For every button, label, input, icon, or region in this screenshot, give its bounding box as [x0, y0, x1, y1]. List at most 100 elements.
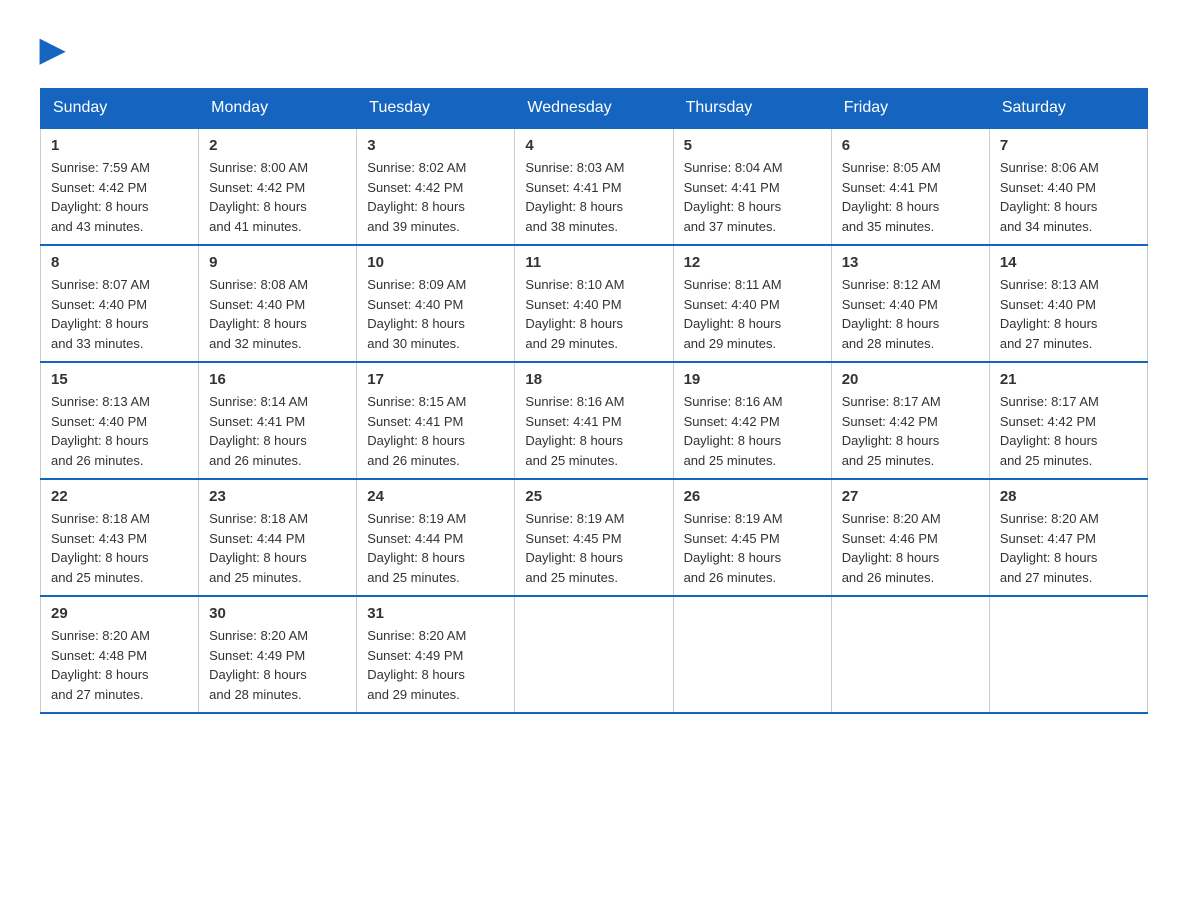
- day-info: Sunrise: 8:06 AM Sunset: 4:40 PM Dayligh…: [1000, 158, 1137, 236]
- day-info: Sunrise: 8:20 AM Sunset: 4:47 PM Dayligh…: [1000, 509, 1137, 587]
- page-header: ▶: [40, 30, 1148, 68]
- day-info: Sunrise: 8:13 AM Sunset: 4:40 PM Dayligh…: [1000, 275, 1137, 353]
- calendar-cell: 11 Sunrise: 8:10 AM Sunset: 4:40 PM Dayl…: [515, 245, 673, 362]
- calendar-cell: 12 Sunrise: 8:11 AM Sunset: 4:40 PM Dayl…: [673, 245, 831, 362]
- calendar-cell: 18 Sunrise: 8:16 AM Sunset: 4:41 PM Dayl…: [515, 362, 673, 479]
- calendar-cell: 25 Sunrise: 8:19 AM Sunset: 4:45 PM Dayl…: [515, 479, 673, 596]
- day-number: 9: [209, 254, 346, 271]
- calendar-cell: 3 Sunrise: 8:02 AM Sunset: 4:42 PM Dayli…: [357, 128, 515, 245]
- day-number: 19: [684, 371, 821, 388]
- week-row-2: 8 Sunrise: 8:07 AM Sunset: 4:40 PM Dayli…: [41, 245, 1148, 362]
- day-number: 31: [367, 605, 504, 622]
- calendar-cell: 17 Sunrise: 8:15 AM Sunset: 4:41 PM Dayl…: [357, 362, 515, 479]
- day-number: 18: [525, 371, 662, 388]
- calendar-cell: 20 Sunrise: 8:17 AM Sunset: 4:42 PM Dayl…: [831, 362, 989, 479]
- logo-general-text: ▶: [40, 30, 65, 68]
- day-info: Sunrise: 8:10 AM Sunset: 4:40 PM Dayligh…: [525, 275, 662, 353]
- calendar-table: SundayMondayTuesdayWednesdayThursdayFrid…: [40, 88, 1148, 714]
- header-tuesday: Tuesday: [357, 89, 515, 129]
- calendar-cell: 10 Sunrise: 8:09 AM Sunset: 4:40 PM Dayl…: [357, 245, 515, 362]
- calendar-cell: 26 Sunrise: 8:19 AM Sunset: 4:45 PM Dayl…: [673, 479, 831, 596]
- logo-line1: ▶: [40, 31, 65, 67]
- day-info: Sunrise: 8:16 AM Sunset: 4:41 PM Dayligh…: [525, 392, 662, 470]
- day-info: Sunrise: 8:15 AM Sunset: 4:41 PM Dayligh…: [367, 392, 504, 470]
- week-row-1: 1 Sunrise: 7:59 AM Sunset: 4:42 PM Dayli…: [41, 128, 1148, 245]
- day-number: 30: [209, 605, 346, 622]
- day-info: Sunrise: 8:13 AM Sunset: 4:40 PM Dayligh…: [51, 392, 188, 470]
- day-info: Sunrise: 8:09 AM Sunset: 4:40 PM Dayligh…: [367, 275, 504, 353]
- calendar-cell: 8 Sunrise: 8:07 AM Sunset: 4:40 PM Dayli…: [41, 245, 199, 362]
- day-number: 5: [684, 137, 821, 154]
- day-info: Sunrise: 8:19 AM Sunset: 4:44 PM Dayligh…: [367, 509, 504, 587]
- day-info: Sunrise: 8:20 AM Sunset: 4:49 PM Dayligh…: [209, 626, 346, 704]
- calendar-cell: [831, 596, 989, 713]
- calendar-cell: 2 Sunrise: 8:00 AM Sunset: 4:42 PM Dayli…: [199, 128, 357, 245]
- calendar-cell: 22 Sunrise: 8:18 AM Sunset: 4:43 PM Dayl…: [41, 479, 199, 596]
- header-sunday: Sunday: [41, 89, 199, 129]
- calendar-cell: 1 Sunrise: 7:59 AM Sunset: 4:42 PM Dayli…: [41, 128, 199, 245]
- calendar-cell: 14 Sunrise: 8:13 AM Sunset: 4:40 PM Dayl…: [989, 245, 1147, 362]
- day-info: Sunrise: 8:18 AM Sunset: 4:44 PM Dayligh…: [209, 509, 346, 587]
- header-saturday: Saturday: [989, 89, 1147, 129]
- day-number: 27: [842, 488, 979, 505]
- day-info: Sunrise: 8:04 AM Sunset: 4:41 PM Dayligh…: [684, 158, 821, 236]
- day-number: 25: [525, 488, 662, 505]
- day-number: 4: [525, 137, 662, 154]
- day-info: Sunrise: 8:19 AM Sunset: 4:45 PM Dayligh…: [525, 509, 662, 587]
- calendar-cell: 15 Sunrise: 8:13 AM Sunset: 4:40 PM Dayl…: [41, 362, 199, 479]
- calendar-cell: 21 Sunrise: 8:17 AM Sunset: 4:42 PM Dayl…: [989, 362, 1147, 479]
- day-number: 14: [1000, 254, 1137, 271]
- day-info: Sunrise: 8:08 AM Sunset: 4:40 PM Dayligh…: [209, 275, 346, 353]
- day-number: 17: [367, 371, 504, 388]
- calendar-cell: 13 Sunrise: 8:12 AM Sunset: 4:40 PM Dayl…: [831, 245, 989, 362]
- calendar-cell: 16 Sunrise: 8:14 AM Sunset: 4:41 PM Dayl…: [199, 362, 357, 479]
- calendar-cell: 24 Sunrise: 8:19 AM Sunset: 4:44 PM Dayl…: [357, 479, 515, 596]
- calendar-cell: 28 Sunrise: 8:20 AM Sunset: 4:47 PM Dayl…: [989, 479, 1147, 596]
- day-info: Sunrise: 8:20 AM Sunset: 4:46 PM Dayligh…: [842, 509, 979, 587]
- calendar-cell: 4 Sunrise: 8:03 AM Sunset: 4:41 PM Dayli…: [515, 128, 673, 245]
- day-number: 2: [209, 137, 346, 154]
- day-number: 10: [367, 254, 504, 271]
- week-row-5: 29 Sunrise: 8:20 AM Sunset: 4:48 PM Dayl…: [41, 596, 1148, 713]
- day-number: 28: [1000, 488, 1137, 505]
- header-thursday: Thursday: [673, 89, 831, 129]
- day-info: Sunrise: 8:16 AM Sunset: 4:42 PM Dayligh…: [684, 392, 821, 470]
- calendar-cell: 19 Sunrise: 8:16 AM Sunset: 4:42 PM Dayl…: [673, 362, 831, 479]
- day-number: 7: [1000, 137, 1137, 154]
- header-monday: Monday: [199, 89, 357, 129]
- day-number: 21: [1000, 371, 1137, 388]
- calendar-cell: [989, 596, 1147, 713]
- calendar-cell: 23 Sunrise: 8:18 AM Sunset: 4:44 PM Dayl…: [199, 479, 357, 596]
- day-info: Sunrise: 8:03 AM Sunset: 4:41 PM Dayligh…: [525, 158, 662, 236]
- day-info: Sunrise: 8:11 AM Sunset: 4:40 PM Dayligh…: [684, 275, 821, 353]
- calendar-cell: 29 Sunrise: 8:20 AM Sunset: 4:48 PM Dayl…: [41, 596, 199, 713]
- day-info: Sunrise: 8:00 AM Sunset: 4:42 PM Dayligh…: [209, 158, 346, 236]
- header-wednesday: Wednesday: [515, 89, 673, 129]
- header-friday: Friday: [831, 89, 989, 129]
- day-number: 22: [51, 488, 188, 505]
- day-number: 6: [842, 137, 979, 154]
- day-info: Sunrise: 8:19 AM Sunset: 4:45 PM Dayligh…: [684, 509, 821, 587]
- day-number: 3: [367, 137, 504, 154]
- week-row-4: 22 Sunrise: 8:18 AM Sunset: 4:43 PM Dayl…: [41, 479, 1148, 596]
- calendar-cell: 9 Sunrise: 8:08 AM Sunset: 4:40 PM Dayli…: [199, 245, 357, 362]
- calendar-cell: 7 Sunrise: 8:06 AM Sunset: 4:40 PM Dayli…: [989, 128, 1147, 245]
- logo: ▶: [40, 30, 65, 68]
- calendar-cell: 6 Sunrise: 8:05 AM Sunset: 4:41 PM Dayli…: [831, 128, 989, 245]
- day-info: Sunrise: 8:07 AM Sunset: 4:40 PM Dayligh…: [51, 275, 188, 353]
- calendar-header-row: SundayMondayTuesdayWednesdayThursdayFrid…: [41, 89, 1148, 129]
- day-number: 16: [209, 371, 346, 388]
- day-number: 23: [209, 488, 346, 505]
- day-info: Sunrise: 7:59 AM Sunset: 4:42 PM Dayligh…: [51, 158, 188, 236]
- day-number: 15: [51, 371, 188, 388]
- day-info: Sunrise: 8:18 AM Sunset: 4:43 PM Dayligh…: [51, 509, 188, 587]
- day-number: 8: [51, 254, 188, 271]
- calendar-cell: 30 Sunrise: 8:20 AM Sunset: 4:49 PM Dayl…: [199, 596, 357, 713]
- week-row-3: 15 Sunrise: 8:13 AM Sunset: 4:40 PM Dayl…: [41, 362, 1148, 479]
- day-number: 1: [51, 137, 188, 154]
- calendar-cell: 5 Sunrise: 8:04 AM Sunset: 4:41 PM Dayli…: [673, 128, 831, 245]
- day-number: 29: [51, 605, 188, 622]
- day-number: 12: [684, 254, 821, 271]
- calendar-cell: 31 Sunrise: 8:20 AM Sunset: 4:49 PM Dayl…: [357, 596, 515, 713]
- day-info: Sunrise: 8:05 AM Sunset: 4:41 PM Dayligh…: [842, 158, 979, 236]
